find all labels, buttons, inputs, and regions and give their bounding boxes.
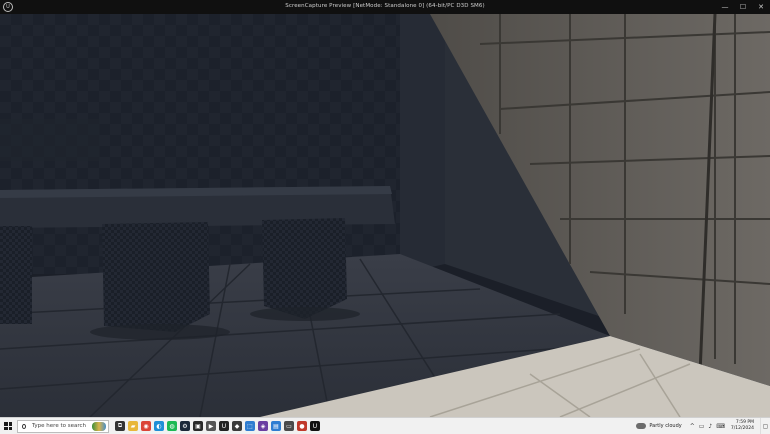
system-tray: Partly cloudy ^ ▭ ♪ ⌨ 7:59 PM 7/12/2024 …: [636, 417, 770, 434]
window-title-bar[interactable]: U ScreenCapture Preview [NetMode: Standa…: [0, 0, 770, 14]
file-explorer-icon[interactable]: ▰: [128, 421, 138, 431]
pinned-apps: ⧉ ▰ ◉ ◐ ◍ ⚙ ▣ ▶ U ◆ ⬚ ◈ ▤ ▭ ● U: [115, 421, 320, 431]
weather-text: Partly cloudy: [649, 423, 682, 429]
windows-taskbar: ⧉▰◉◐◍⚙▣▶U◆⬚◈▤▭●U Partly cloudy ^ ▭ ♪ ⌨ 7…: [0, 417, 770, 434]
battery-icon[interactable]: ▭: [699, 423, 705, 430]
maximize-button[interactable]: ☐: [734, 0, 752, 14]
recording-icon[interactable]: ●: [297, 421, 307, 431]
epic-games-icon[interactable]: ▣: [193, 421, 203, 431]
search-highlight-icon: [91, 421, 106, 431]
notepad-icon[interactable]: ▭: [284, 421, 294, 431]
game-launcher-icon[interactable]: ◆: [232, 421, 242, 431]
search-icon: [22, 423, 26, 429]
store-icon[interactable]: ⬚: [245, 421, 255, 431]
unreal-editor-icon[interactable]: U: [310, 421, 320, 431]
scene-render: [0, 14, 770, 417]
media-player-icon[interactable]: ▶: [206, 421, 216, 431]
unreal-icon[interactable]: U: [219, 421, 229, 431]
keyboard-icon[interactable]: ⌨: [716, 423, 725, 430]
task-view-icon[interactable]: ⧉: [115, 421, 125, 431]
partly-cloudy-icon: [636, 423, 647, 429]
spotify-icon[interactable]: ◍: [167, 421, 177, 431]
minimize-button[interactable]: —: [716, 0, 734, 14]
game-viewport[interactable]: [0, 14, 770, 417]
notification-icon[interactable]: ▢: [760, 417, 770, 434]
taskbar-clock[interactable]: 7:59 PM 7/12/2024: [731, 420, 754, 432]
chrome-icon[interactable]: ◉: [141, 421, 151, 431]
tray-icons: ^ ▭ ♪ ⌨: [690, 423, 725, 430]
volume-icon[interactable]: ♪: [708, 423, 712, 430]
photos-icon[interactable]: ▤: [271, 421, 281, 431]
start-button[interactable]: [0, 418, 16, 434]
taskbar-search[interactable]: [17, 419, 109, 433]
edge-icon[interactable]: ◐: [154, 421, 164, 431]
steam-icon[interactable]: ⚙: [180, 421, 190, 431]
windows-logo-icon: [4, 422, 12, 430]
visual-studio-icon[interactable]: ◈: [258, 421, 268, 431]
weather-widget[interactable]: Partly cloudy: [636, 423, 682, 429]
search-input[interactable]: [31, 423, 92, 429]
clock-date: 7/12/2024: [730, 426, 754, 431]
show-hidden-icons-icon[interactable]: ^: [690, 423, 695, 430]
window-title: ScreenCapture Preview [NetMode: Standalo…: [285, 3, 485, 9]
window-controls: — ☐ ✕: [716, 0, 770, 14]
close-button[interactable]: ✕: [752, 0, 770, 14]
